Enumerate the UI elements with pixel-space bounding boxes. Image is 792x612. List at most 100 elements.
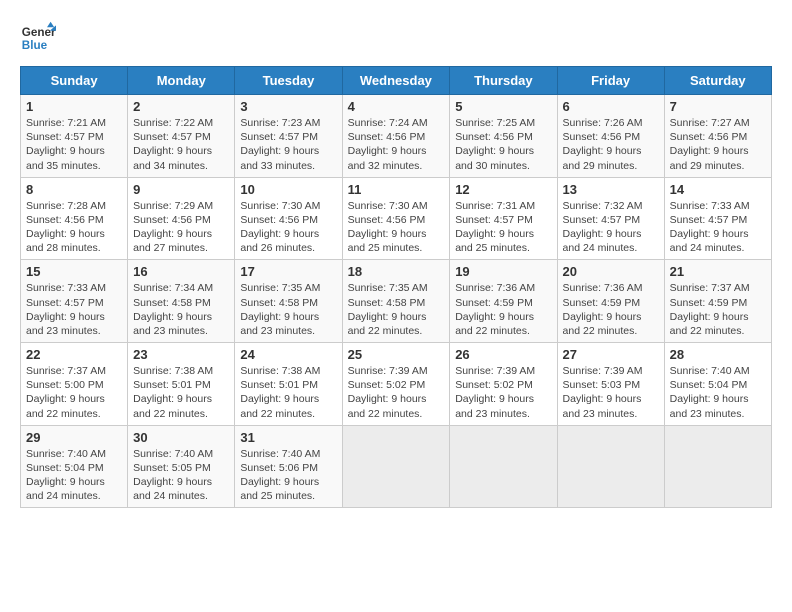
day-number: 22 bbox=[26, 347, 122, 362]
day-header-tuesday: Tuesday bbox=[235, 67, 342, 95]
day-number: 18 bbox=[348, 264, 445, 279]
day-number: 3 bbox=[240, 99, 336, 114]
day-number: 13 bbox=[563, 182, 659, 197]
day-number: 10 bbox=[240, 182, 336, 197]
day-number: 11 bbox=[348, 182, 445, 197]
calendar-week-1: 1 Sunrise: 7:21 AMSunset: 4:57 PMDayligh… bbox=[21, 95, 772, 178]
day-info: Sunrise: 7:27 AMSunset: 4:56 PMDaylight:… bbox=[670, 117, 750, 172]
day-number: 5 bbox=[455, 99, 551, 114]
day-info: Sunrise: 7:28 AMSunset: 4:56 PMDaylight:… bbox=[26, 200, 106, 255]
day-info: Sunrise: 7:37 AMSunset: 5:00 PMDaylight:… bbox=[26, 365, 106, 420]
day-info: Sunrise: 7:39 AMSunset: 5:02 PMDaylight:… bbox=[455, 365, 535, 420]
calendar-cell bbox=[450, 425, 557, 508]
day-info: Sunrise: 7:21 AMSunset: 4:57 PMDaylight:… bbox=[26, 117, 106, 172]
logo-icon: General Blue bbox=[20, 20, 56, 56]
day-info: Sunrise: 7:26 AMSunset: 4:56 PMDaylight:… bbox=[563, 117, 643, 172]
day-number: 20 bbox=[563, 264, 659, 279]
calendar-cell: 31 Sunrise: 7:40 AMSunset: 5:06 PMDaylig… bbox=[235, 425, 342, 508]
day-info: Sunrise: 7:40 AMSunset: 5:04 PMDaylight:… bbox=[26, 448, 106, 503]
calendar-cell: 7 Sunrise: 7:27 AMSunset: 4:56 PMDayligh… bbox=[664, 95, 771, 178]
day-info: Sunrise: 7:25 AMSunset: 4:56 PMDaylight:… bbox=[455, 117, 535, 172]
day-number: 29 bbox=[26, 430, 122, 445]
day-number: 16 bbox=[133, 264, 229, 279]
calendar-cell: 23 Sunrise: 7:38 AMSunset: 5:01 PMDaylig… bbox=[128, 343, 235, 426]
day-number: 6 bbox=[563, 99, 659, 114]
day-number: 25 bbox=[348, 347, 445, 362]
calendar-week-5: 29 Sunrise: 7:40 AMSunset: 5:04 PMDaylig… bbox=[21, 425, 772, 508]
calendar-cell: 25 Sunrise: 7:39 AMSunset: 5:02 PMDaylig… bbox=[342, 343, 450, 426]
calendar-cell: 8 Sunrise: 7:28 AMSunset: 4:56 PMDayligh… bbox=[21, 177, 128, 260]
calendar-cell: 17 Sunrise: 7:35 AMSunset: 4:58 PMDaylig… bbox=[235, 260, 342, 343]
calendar-cell: 24 Sunrise: 7:38 AMSunset: 5:01 PMDaylig… bbox=[235, 343, 342, 426]
day-header-sunday: Sunday bbox=[21, 67, 128, 95]
day-info: Sunrise: 7:31 AMSunset: 4:57 PMDaylight:… bbox=[455, 200, 535, 255]
day-number: 26 bbox=[455, 347, 551, 362]
svg-text:General: General bbox=[22, 26, 56, 39]
day-info: Sunrise: 7:40 AMSunset: 5:05 PMDaylight:… bbox=[133, 448, 213, 503]
calendar-cell: 10 Sunrise: 7:30 AMSunset: 4:56 PMDaylig… bbox=[235, 177, 342, 260]
day-info: Sunrise: 7:33 AMSunset: 4:57 PMDaylight:… bbox=[26, 282, 106, 337]
calendar-cell: 19 Sunrise: 7:36 AMSunset: 4:59 PMDaylig… bbox=[450, 260, 557, 343]
calendar-cell bbox=[664, 425, 771, 508]
calendar-week-3: 15 Sunrise: 7:33 AMSunset: 4:57 PMDaylig… bbox=[21, 260, 772, 343]
page-header: General Blue bbox=[20, 20, 772, 56]
day-info: Sunrise: 7:32 AMSunset: 4:57 PMDaylight:… bbox=[563, 200, 643, 255]
day-info: Sunrise: 7:39 AMSunset: 5:02 PMDaylight:… bbox=[348, 365, 428, 420]
calendar-week-2: 8 Sunrise: 7:28 AMSunset: 4:56 PMDayligh… bbox=[21, 177, 772, 260]
day-info: Sunrise: 7:36 AMSunset: 4:59 PMDaylight:… bbox=[455, 282, 535, 337]
calendar-cell: 18 Sunrise: 7:35 AMSunset: 4:58 PMDaylig… bbox=[342, 260, 450, 343]
calendar-cell: 11 Sunrise: 7:30 AMSunset: 4:56 PMDaylig… bbox=[342, 177, 450, 260]
calendar-header-row: SundayMondayTuesdayWednesdayThursdayFrid… bbox=[21, 67, 772, 95]
day-info: Sunrise: 7:22 AMSunset: 4:57 PMDaylight:… bbox=[133, 117, 213, 172]
calendar-cell: 5 Sunrise: 7:25 AMSunset: 4:56 PMDayligh… bbox=[450, 95, 557, 178]
day-info: Sunrise: 7:38 AMSunset: 5:01 PMDaylight:… bbox=[240, 365, 320, 420]
day-header-wednesday: Wednesday bbox=[342, 67, 450, 95]
day-info: Sunrise: 7:40 AMSunset: 5:04 PMDaylight:… bbox=[670, 365, 750, 420]
day-info: Sunrise: 7:40 AMSunset: 5:06 PMDaylight:… bbox=[240, 448, 320, 503]
day-number: 9 bbox=[133, 182, 229, 197]
day-header-friday: Friday bbox=[557, 67, 664, 95]
calendar-cell: 9 Sunrise: 7:29 AMSunset: 4:56 PMDayligh… bbox=[128, 177, 235, 260]
day-number: 12 bbox=[455, 182, 551, 197]
svg-text:Blue: Blue bbox=[22, 39, 48, 52]
day-info: Sunrise: 7:39 AMSunset: 5:03 PMDaylight:… bbox=[563, 365, 643, 420]
day-info: Sunrise: 7:24 AMSunset: 4:56 PMDaylight:… bbox=[348, 117, 428, 172]
calendar-cell: 15 Sunrise: 7:33 AMSunset: 4:57 PMDaylig… bbox=[21, 260, 128, 343]
day-header-monday: Monday bbox=[128, 67, 235, 95]
day-number: 17 bbox=[240, 264, 336, 279]
day-number: 21 bbox=[670, 264, 766, 279]
day-info: Sunrise: 7:30 AMSunset: 4:56 PMDaylight:… bbox=[348, 200, 428, 255]
calendar-cell: 3 Sunrise: 7:23 AMSunset: 4:57 PMDayligh… bbox=[235, 95, 342, 178]
day-info: Sunrise: 7:38 AMSunset: 5:01 PMDaylight:… bbox=[133, 365, 213, 420]
calendar-cell: 12 Sunrise: 7:31 AMSunset: 4:57 PMDaylig… bbox=[450, 177, 557, 260]
day-info: Sunrise: 7:30 AMSunset: 4:56 PMDaylight:… bbox=[240, 200, 320, 255]
day-number: 14 bbox=[670, 182, 766, 197]
day-info: Sunrise: 7:23 AMSunset: 4:57 PMDaylight:… bbox=[240, 117, 320, 172]
day-number: 15 bbox=[26, 264, 122, 279]
day-number: 19 bbox=[455, 264, 551, 279]
day-number: 8 bbox=[26, 182, 122, 197]
calendar-cell: 6 Sunrise: 7:26 AMSunset: 4:56 PMDayligh… bbox=[557, 95, 664, 178]
day-info: Sunrise: 7:34 AMSunset: 4:58 PMDaylight:… bbox=[133, 282, 213, 337]
calendar-cell: 22 Sunrise: 7:37 AMSunset: 5:00 PMDaylig… bbox=[21, 343, 128, 426]
calendar-table: SundayMondayTuesdayWednesdayThursdayFrid… bbox=[20, 66, 772, 508]
day-number: 7 bbox=[670, 99, 766, 114]
day-number: 31 bbox=[240, 430, 336, 445]
calendar-cell: 1 Sunrise: 7:21 AMSunset: 4:57 PMDayligh… bbox=[21, 95, 128, 178]
calendar-cell: 26 Sunrise: 7:39 AMSunset: 5:02 PMDaylig… bbox=[450, 343, 557, 426]
day-number: 1 bbox=[26, 99, 122, 114]
day-number: 4 bbox=[348, 99, 445, 114]
calendar-cell: 27 Sunrise: 7:39 AMSunset: 5:03 PMDaylig… bbox=[557, 343, 664, 426]
calendar-cell: 21 Sunrise: 7:37 AMSunset: 4:59 PMDaylig… bbox=[664, 260, 771, 343]
day-header-saturday: Saturday bbox=[664, 67, 771, 95]
calendar-cell: 4 Sunrise: 7:24 AMSunset: 4:56 PMDayligh… bbox=[342, 95, 450, 178]
calendar-cell: 30 Sunrise: 7:40 AMSunset: 5:05 PMDaylig… bbox=[128, 425, 235, 508]
day-info: Sunrise: 7:35 AMSunset: 4:58 PMDaylight:… bbox=[348, 282, 428, 337]
calendar-cell: 28 Sunrise: 7:40 AMSunset: 5:04 PMDaylig… bbox=[664, 343, 771, 426]
calendar-cell: 13 Sunrise: 7:32 AMSunset: 4:57 PMDaylig… bbox=[557, 177, 664, 260]
calendar-cell: 20 Sunrise: 7:36 AMSunset: 4:59 PMDaylig… bbox=[557, 260, 664, 343]
day-number: 28 bbox=[670, 347, 766, 362]
day-number: 27 bbox=[563, 347, 659, 362]
calendar-cell: 29 Sunrise: 7:40 AMSunset: 5:04 PMDaylig… bbox=[21, 425, 128, 508]
calendar-cell: 16 Sunrise: 7:34 AMSunset: 4:58 PMDaylig… bbox=[128, 260, 235, 343]
